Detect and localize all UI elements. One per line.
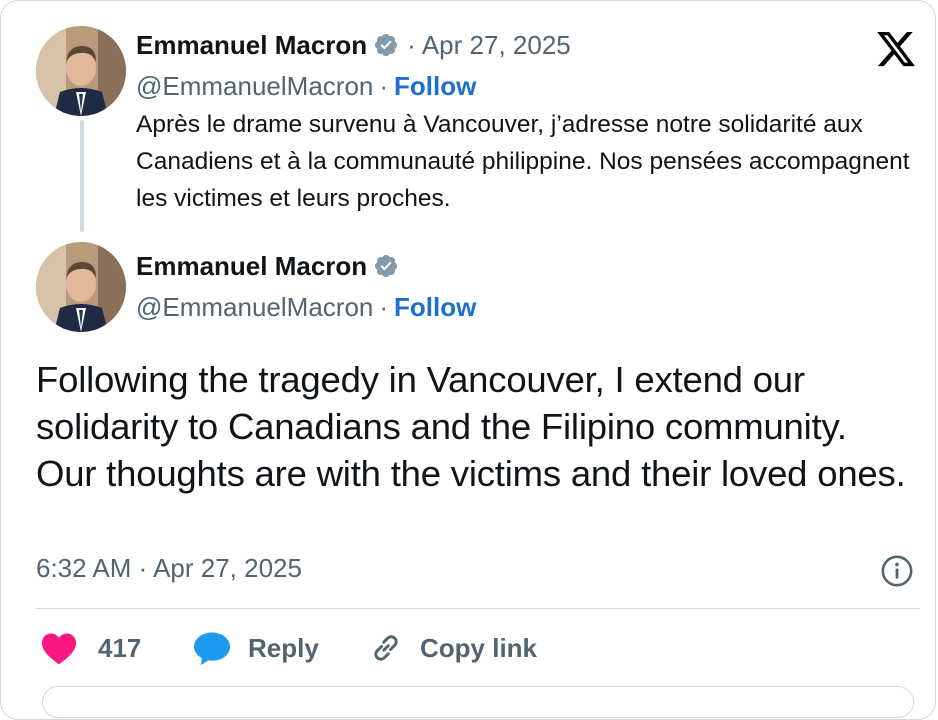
verified-badge-icon [375, 33, 398, 57]
quoted-author-row: Emmanuel Macron · Apr 27, 2025 [136, 28, 571, 62]
author-name[interactable]: Emmanuel Macron [136, 251, 367, 282]
separator: · [379, 70, 389, 101]
avatar[interactable] [36, 242, 126, 332]
post-date[interactable]: Apr 27, 2025 [422, 30, 571, 61]
reply-label: Reply [248, 632, 319, 663]
quoted-post-text: Après le drame survenu à Vancouver, j’ad… [136, 111, 910, 212]
author-name[interactable]: Emmanuel Macron [136, 30, 367, 61]
thread-connector [80, 120, 84, 232]
separator: · [379, 291, 389, 322]
like-button[interactable]: 417 [40, 628, 141, 668]
post-text: Following the tragedy in Vancouver, I ex… [36, 359, 906, 494]
separator: · [407, 29, 416, 60]
verified-badge-icon [375, 254, 398, 278]
speech-bubble-icon [194, 632, 230, 666]
info-icon[interactable] [880, 554, 914, 588]
read-replies-button[interactable] [42, 686, 914, 718]
author-handle[interactable]: @EmmanuelMacron [136, 71, 373, 102]
quoted-handle-row: @EmmanuelMacron · Follow [136, 69, 476, 103]
avatar[interactable] [36, 26, 126, 116]
main-handle-row: @EmmanuelMacron · Follow [136, 290, 476, 324]
heart-icon [42, 633, 76, 665]
follow-button[interactable]: Follow [394, 71, 476, 102]
author-handle[interactable]: @EmmanuelMacron [136, 292, 373, 323]
copy-link-button[interactable]: Copy link [368, 628, 537, 668]
post-timestamp[interactable]: 6:32 AM · Apr 27, 2025 [36, 553, 302, 584]
x-logo-icon[interactable] [874, 28, 918, 70]
reply-button[interactable]: Reply [192, 628, 319, 668]
main-author-row: Emmanuel Macron [136, 249, 399, 283]
copy-link-label: Copy link [420, 632, 538, 663]
link-icon [374, 635, 398, 661]
divider [36, 608, 920, 609]
follow-button[interactable]: Follow [394, 292, 476, 323]
like-count: 417 [98, 632, 142, 663]
